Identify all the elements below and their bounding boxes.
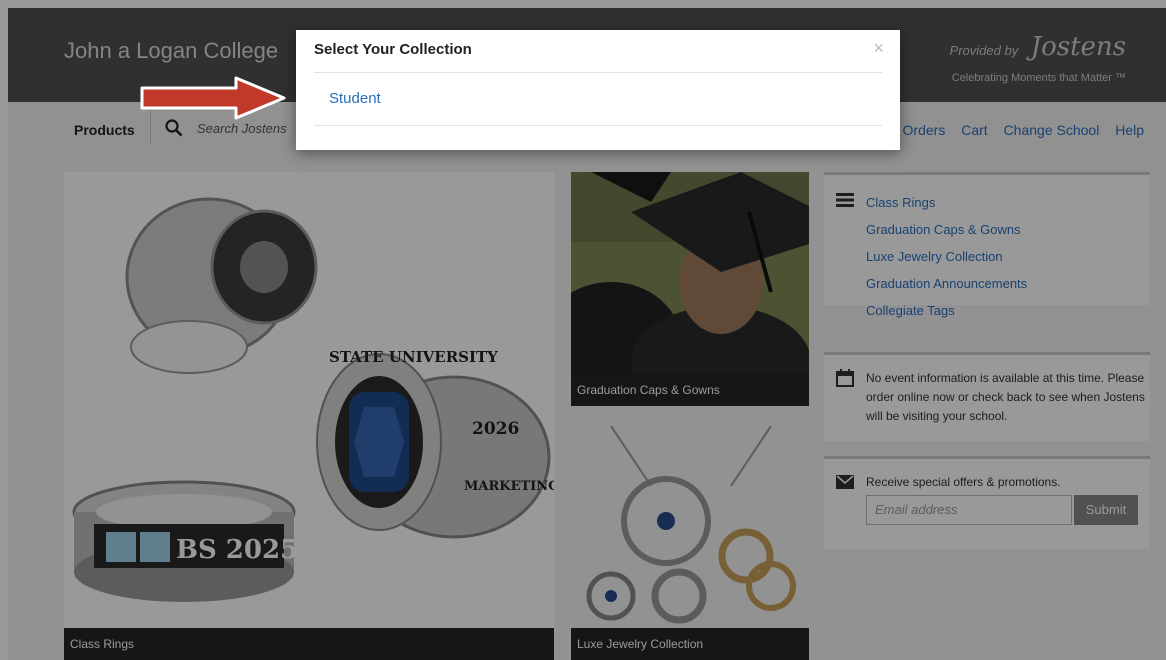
red-arrow-annotation (140, 76, 286, 120)
modal-divider-top (314, 72, 882, 73)
student-collection-option[interactable]: Student (329, 90, 381, 107)
modal-title: Select Your Collection (314, 41, 472, 58)
select-collection-modal: Select Your Collection × Student (296, 30, 900, 150)
modal-divider-bottom (314, 125, 882, 126)
close-icon[interactable]: × (873, 38, 884, 59)
